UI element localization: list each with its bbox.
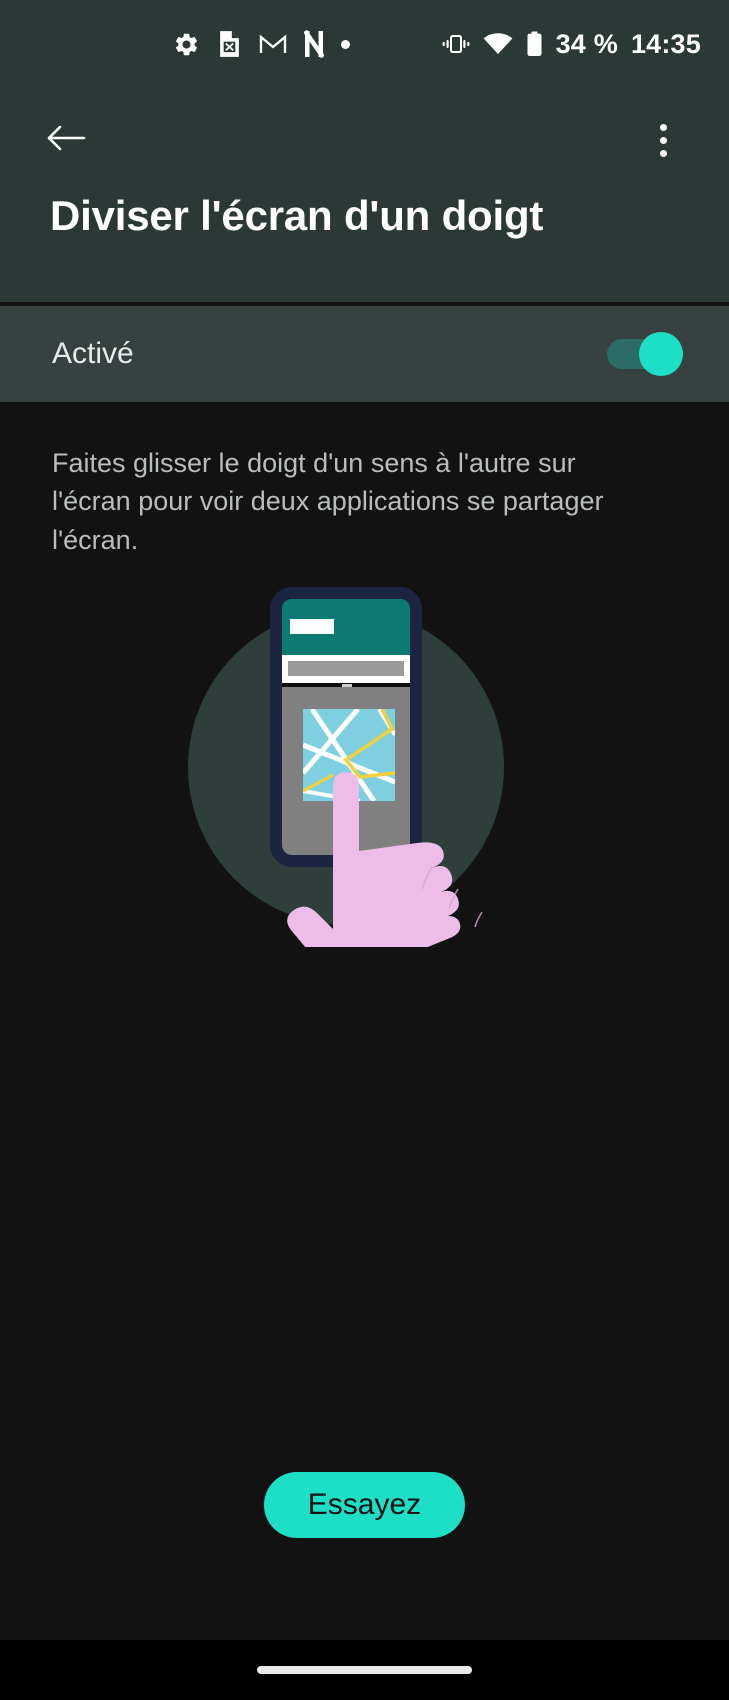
page-title: Diviser l'écran d'un doigt [50, 192, 544, 239]
status-bar-notification-icons [28, 30, 442, 58]
more-notifications-dot-icon [341, 39, 350, 49]
more-vert-icon [659, 123, 667, 157]
enabled-setting-label: Activé [52, 337, 134, 370]
overflow-menu-button[interactable] [635, 112, 691, 168]
vibrate-icon [442, 33, 470, 55]
gmail-icon [259, 33, 287, 55]
spreadsheet-file-icon [217, 30, 242, 58]
try-it-button[interactable]: Essayez [263, 1472, 466, 1538]
app-bar: Diviser l'écran d'un doigt [0, 88, 729, 302]
status-bar: 34 % 14:35 [0, 0, 729, 88]
app-bar-actions [0, 104, 729, 176]
gesture-home-pill[interactable] [257, 1666, 472, 1674]
feature-description: Faites glisser le doigt d'un sens à l'au… [52, 448, 604, 555]
toggle-thumb [639, 332, 683, 376]
battery-percentage: 34 % [555, 28, 618, 59]
enabled-setting-row[interactable]: Activé [0, 306, 729, 402]
wifi-icon [483, 33, 513, 55]
settings-gear-icon [173, 31, 200, 58]
back-arrow-icon [46, 122, 86, 159]
phone-screen: 34 % 14:35 Diviser l'écran d'un doigt Ac… [0, 0, 729, 1700]
status-bar-system-icons: 34 % 14:35 [442, 29, 701, 60]
system-navigation-bar [0, 1640, 729, 1700]
back-button[interactable] [38, 112, 94, 168]
enabled-toggle-switch[interactable] [607, 332, 683, 376]
netflix-icon [304, 30, 324, 58]
status-bar-clock: 14:35 [630, 28, 701, 59]
battery-icon [526, 31, 543, 57]
cta-container: Essayez [0, 1472, 729, 1538]
split-screen-swipe-illustration [160, 577, 560, 947]
